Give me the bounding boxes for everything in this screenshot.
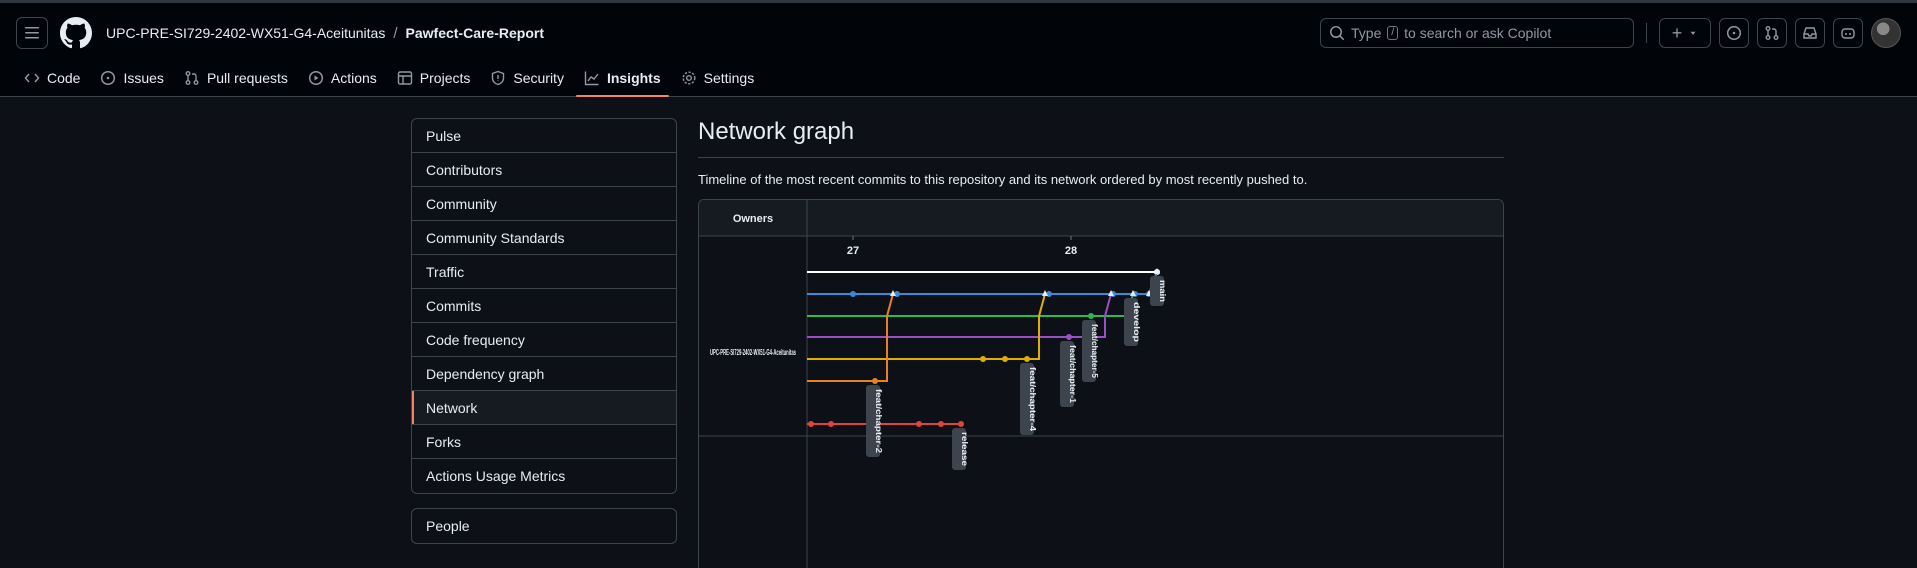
tab-label: Insights [606, 70, 661, 86]
search-placeholder-post: to search or ask Copilot [1404, 25, 1552, 41]
breadcrumb-owner[interactable]: UPC-PRE-SI729-2402-WX51-G4-Aceitunitas [106, 25, 385, 41]
sidebar-item-traffic[interactable]: Traffic [412, 255, 676, 289]
hamburger-icon [25, 27, 39, 39]
global-header: UPC-PRE-SI729-2402-WX51-G4-Aceitunitas /… [0, 3, 1917, 63]
pull-request-icon [1765, 26, 1779, 40]
tab-label: Actions [330, 70, 377, 86]
sidebar-item-network[interactable]: Network [412, 391, 676, 425]
issues-button[interactable] [1719, 18, 1749, 48]
branch-label: main [1158, 280, 1167, 302]
sidebar-item-forks[interactable]: Forks [412, 425, 676, 459]
repo-navigation: Code Issues Pull requests Actions Projects Se… [0, 63, 1917, 97]
commit-dot[interactable] [850, 291, 856, 297]
commit-dot[interactable] [1002, 356, 1008, 362]
commit-dot[interactable] [958, 421, 964, 427]
breadcrumb-separator: / [393, 24, 398, 42]
pull-request-icon [185, 71, 199, 85]
date-label: 28 [1065, 245, 1077, 257]
commit-dot[interactable] [1024, 356, 1030, 362]
graph-header-band [699, 200, 1503, 236]
tab-projects[interactable]: Projects [389, 63, 479, 93]
commit-dot[interactable] [808, 421, 814, 427]
commit-dot[interactable] [872, 378, 878, 384]
sidebar-item-community[interactable]: Community [412, 187, 676, 221]
branch-label: feat/chapter-1 [1068, 345, 1077, 404]
inbox-icon [1803, 27, 1817, 39]
tab-label: Issues [123, 70, 164, 86]
sidebar-item-pulse[interactable]: Pulse [412, 119, 676, 153]
search-placeholder-pre: Type [1351, 25, 1382, 41]
page-description: Timeline of the most recent commits to t… [698, 172, 1308, 187]
sidebar-item-community-standards[interactable]: Community Standards [412, 221, 676, 255]
sidebar-item-dependency-graph[interactable]: Dependency graph [412, 357, 676, 391]
graph-icon [584, 71, 599, 86]
insights-sidebar: Pulse Contributors Community Community Stan… [411, 118, 677, 544]
tab-label: Pull requests [206, 70, 288, 86]
network-graph-canvas[interactable]: Owners UPC-PRE-SI729-2402-WX51-G4-Aceitun… [699, 200, 1504, 568]
table-icon [397, 71, 412, 85]
commit-dot[interactable] [828, 421, 834, 427]
sidebar-item-code-frequency[interactable]: Code frequency [412, 323, 676, 357]
chevron-down-icon [1690, 31, 1696, 35]
copilot-button[interactable] [1833, 18, 1863, 48]
sidebar-item-contributors[interactable]: Contributors [412, 153, 676, 187]
tab-insights[interactable]: Insights [575, 63, 669, 97]
tab-code[interactable]: Code [16, 63, 88, 93]
tab-label: Projects [419, 70, 471, 86]
commit-dot[interactable] [1066, 334, 1072, 340]
issue-icon [101, 70, 116, 86]
shield-icon [492, 70, 505, 86]
branch-label: feat/chapter-5 [1090, 324, 1099, 379]
tab-label: Security [513, 70, 564, 86]
user-avatar[interactable] [1871, 18, 1901, 48]
network-graph[interactable]: Owners UPC-PRE-SI729-2402-WX51-G4-Aceitun… [698, 199, 1504, 568]
commit-dot[interactable] [938, 421, 944, 427]
header-divider [1646, 23, 1647, 43]
tab-actions[interactable]: Actions [300, 63, 385, 93]
owner-label: UPC-PRE-SI729-2402-WX51-G4-Aceitunitas [710, 348, 796, 357]
branch-label: feat/chapter-4 [1028, 367, 1037, 432]
tab-pull-requests[interactable]: Pull requests [176, 63, 296, 93]
copilot-icon [1841, 28, 1855, 39]
branch-line-feat-chapter-4 [807, 293, 1046, 360]
tab-issues[interactable]: Issues [92, 63, 171, 93]
create-new-button[interactable]: + [1659, 18, 1711, 48]
owners-header: Owners [733, 213, 773, 225]
sidebar-item-commits[interactable]: Commits [412, 289, 676, 323]
network-content: Network graph Timeline of the most recen… [698, 118, 1504, 568]
issue-icon [1726, 25, 1742, 41]
tab-settings[interactable]: Settings [673, 63, 763, 93]
pull-requests-button[interactable] [1757, 18, 1787, 48]
search-input[interactable]: Type / to search or ask Copilot [1320, 18, 1634, 48]
plus-icon: + [1671, 22, 1683, 43]
tab-label: Settings [703, 70, 755, 86]
play-icon [308, 70, 323, 86]
gear-icon [682, 71, 696, 85]
commit-dot[interactable] [1088, 313, 1094, 319]
commit-dot[interactable] [916, 421, 922, 427]
tab-label: Code [47, 70, 81, 86]
sidebar-item-actions-usage-metrics[interactable]: Actions Usage Metrics [412, 459, 676, 493]
tab-security[interactable]: Security [482, 63, 572, 93]
people-menu: People [411, 508, 677, 544]
code-icon [24, 73, 40, 83]
branch-label: feat/chapter-2 [874, 389, 883, 454]
github-logo-icon[interactable] [60, 17, 92, 49]
inbox-button[interactable] [1795, 18, 1825, 48]
search-icon [1330, 26, 1344, 40]
breadcrumb-repo[interactable]: Pawfect-Care-Report [406, 25, 544, 41]
branch-line-develop [807, 271, 1158, 295]
branch-label: release [960, 432, 969, 467]
branch-label: develop [1132, 302, 1141, 342]
commit-dot[interactable] [980, 356, 986, 362]
branch-line-feat-chapter-5 [807, 293, 1134, 317]
page-title: Network graph [698, 118, 1504, 158]
menu-button[interactable] [16, 17, 48, 49]
insights-menu: Pulse Contributors Community Community Stan… [411, 118, 677, 494]
search-shortcut-key: / [1387, 26, 1399, 40]
date-label: 27 [847, 245, 859, 257]
sidebar-item-people[interactable]: People [412, 509, 676, 543]
